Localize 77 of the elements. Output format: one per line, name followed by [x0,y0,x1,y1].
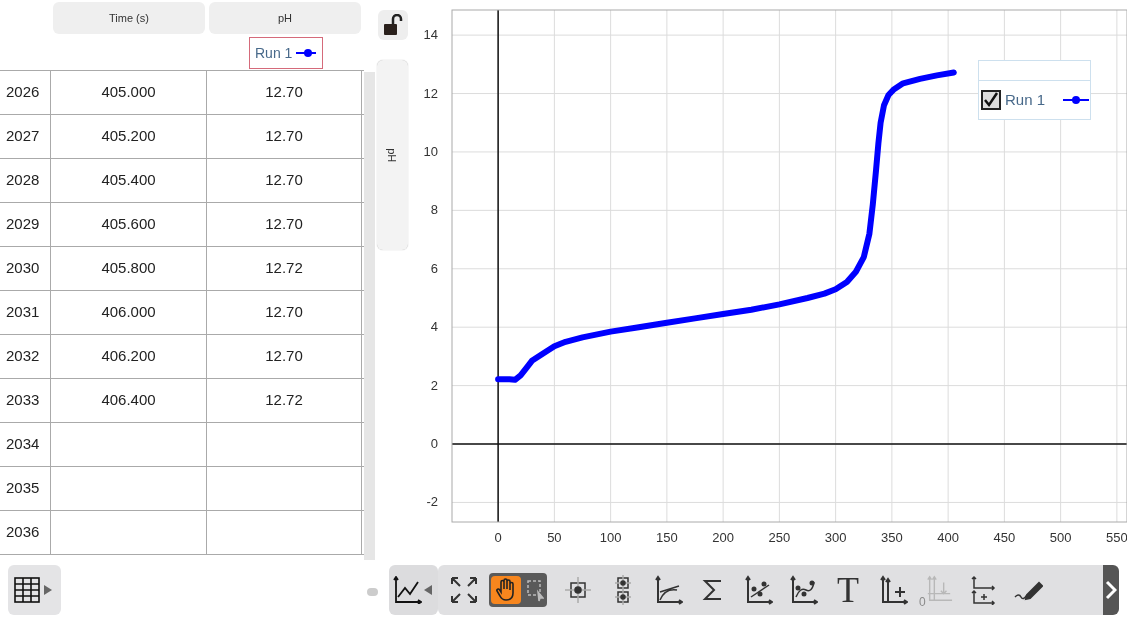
y-tick-label: 12 [423,85,438,101]
column-header-button[interactable]: Time (s) [53,2,205,34]
ph-cell: 12.70 [207,203,362,246]
time-cell: 406.000 [51,291,207,334]
tangent-icon [653,575,683,605]
y-tick-label: 14 [423,27,438,43]
marquee-select-icon[interactable] [523,573,547,607]
x-tick-label: 500 [1049,530,1072,545]
line-marker-icon [1063,95,1090,105]
x-tick-label: 350 [881,530,903,545]
resize-handle[interactable] [367,588,378,596]
y-tick-label: 6 [430,260,438,276]
row-number-cell: 2031 [0,291,51,334]
triangle-left-icon [424,585,432,595]
time-cell: 405.200 [51,115,207,158]
y-tick-label: 0 [430,436,438,451]
y-tick-label: -2 [426,494,438,510]
x-tick-label: 100 [599,530,622,545]
row-number-cell: 2034 [0,423,51,466]
line-marker-icon [296,48,317,58]
time-cell: 405.400 [51,159,207,202]
expand-icon [449,575,479,605]
row-number-cell: 2028 [0,159,51,202]
y-tick-label: 2 [430,377,438,393]
row-number-cell: 2032 [0,335,51,378]
x-tick-label: 550 [1106,530,1127,545]
y-tick-label: 10 [423,143,438,159]
row-number-cell: 2036 [0,511,51,554]
ph-cell: 12.70 [207,115,362,158]
expand-toolbar-button[interactable] [1103,565,1119,615]
time-cell: 406.400 [51,379,207,422]
time-cell: 405.800 [51,247,207,290]
row-number-cell: 2035 [0,467,51,510]
text-annotation-button[interactable]: T [828,570,868,610]
x-tick-label: 250 [768,530,791,545]
run-label: Run 1 [255,43,293,63]
scrollbar-track[interactable] [364,72,375,560]
line-graph-icon [392,576,422,604]
crosshair-icon [563,575,593,605]
x-tick-label: 0 [494,530,502,545]
time-cell: 405.600 [51,203,207,246]
time-cell: 406.200 [51,335,207,378]
graph-view-button[interactable] [389,565,438,615]
x-tick-label: 50 [547,530,562,545]
row-number-cell: 2033 [0,379,51,422]
ph-cell: 12.72 [207,379,362,422]
row-number-cell: 2026 [0,71,51,114]
triangle-right-icon [44,585,52,595]
ph-cell: 12.70 [207,335,362,378]
table-grid-icon [14,577,40,603]
linear-fit-icon [743,575,773,605]
row-number-cell: 2027 [0,115,51,158]
y-axis-column-button[interactable]: pH [377,60,408,250]
x-tick-label: 400 [937,530,959,545]
ph-cell: 12.70 [207,291,362,334]
column-header-button[interactable]: pH [209,2,361,34]
x-tick-label: 200 [712,530,734,545]
x-tick-label: 150 [656,530,678,545]
legend-label: Run 1 [1005,89,1046,110]
y-tick-label: 4 [430,319,438,335]
row-number-cell: 2029 [0,203,51,246]
table-view-button[interactable] [8,565,61,615]
ph-cell: 12.70 [207,159,362,202]
row-number-cell: 2030 [0,247,51,290]
ph-cell: 12.72 [207,247,362,290]
unlock-icon [382,14,403,36]
lock-button[interactable] [377,10,408,40]
x-tick-label: 300 [824,530,847,545]
ph-cell: 12.70 [207,71,362,114]
legend-checkbox[interactable] [981,90,1001,110]
y-tick-label: 8 [430,202,438,218]
add-axis-icon [878,575,908,605]
x-tick-label: 450 [993,530,1016,545]
curve-fit-icon [788,575,818,605]
time-cell: 405.000 [51,71,207,114]
chevron-right-icon [1105,580,1117,600]
hand-icon[interactable] [491,576,521,604]
